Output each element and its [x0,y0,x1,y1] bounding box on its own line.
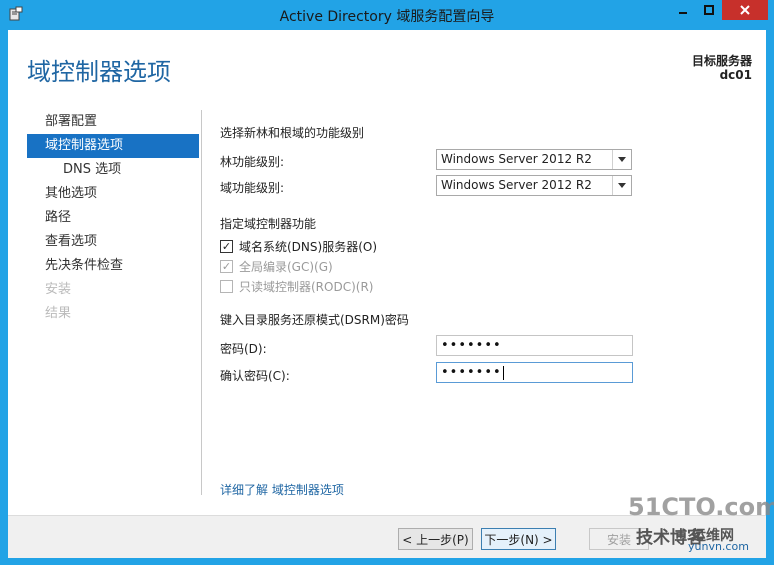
wizard-content: 选择新林和根域的功能级别 林功能级别: Windows Server 2012 … [220,110,750,510]
watermark-url: yunvn.com [688,540,749,553]
domain-level-value: Windows Server 2012 R2 [441,178,592,192]
confirm-password-label: 确认密码(C): [220,369,290,383]
wizard-client: 域控制器选项 目标服务器 dc01 部署配置 域控制器选项 DNS 选项 其他选… [8,30,766,558]
minimize-button[interactable] [670,0,696,20]
capabilities-heading: 指定域控制器功能 [220,217,317,231]
wizard-window: Active Directory 域服务配置向导 域控制器选项 目标服务器 dc… [0,0,774,565]
forest-level-select[interactable]: Windows Server 2012 R2 [436,149,632,170]
forest-level-label: 林功能级别: [220,155,285,169]
confirm-password-value: ••••••• [441,365,502,380]
close-button[interactable] [722,0,768,20]
next-button[interactable]: 下一步(N) > [481,528,556,550]
gc-checkbox-label: 全局编录(GC)(G) [239,260,333,274]
nav-item-dns-options[interactable]: DNS 选项 [27,158,199,182]
nav-item-prereq[interactable]: 先决条件检查 [27,254,199,278]
maximize-button[interactable] [696,0,722,20]
nav-item-install: 安装 [45,282,72,297]
functional-level-heading: 选择新林和根域的功能级别 [220,126,365,140]
nav-item-results: 结果 [45,306,72,321]
text-caret [502,365,504,380]
chevron-down-icon [612,176,631,195]
page-title: 域控制器选项 [27,58,171,86]
domain-level-select[interactable]: Windows Server 2012 R2 [436,175,632,196]
window-title: Active Directory 域服务配置向导 [279,9,495,25]
checkmark-icon: ✓ [220,240,233,253]
maximize-icon [704,5,714,15]
dns-checkbox[interactable]: ✓ 域名系统(DNS)服务器(O) [220,238,377,255]
nav-item-review[interactable]: 查看选项 [27,230,199,254]
title-bar[interactable]: Active Directory 域服务配置向导 [0,0,774,30]
checkbox-empty-icon [220,280,233,293]
close-icon [740,5,750,15]
target-server-value: dc01 [719,68,752,82]
nav-item-dc-options[interactable]: 域控制器选项 [27,134,199,158]
wizard-header: 域控制器选项 目标服务器 dc01 [8,30,766,108]
rodc-checkbox-label: 只读域控制器(RODC)(R) [239,280,374,294]
dns-checkbox-label: 域名系统(DNS)服务器(O) [239,240,378,254]
rodc-checkbox: 只读域控制器(RODC)(R) [220,278,373,295]
confirm-password-field[interactable]: ••••••• [436,362,633,383]
password-field[interactable]: ••••••• [436,335,633,356]
learn-more-link[interactable]: 详细了解 域控制器选项 [220,481,344,498]
minimize-icon [679,12,687,14]
checkmark-icon: ✓ [220,260,233,273]
gc-checkbox: ✓ 全局编录(GC)(G) [220,258,333,275]
dsrm-heading: 键入目录服务还原模式(DSRM)密码 [220,313,409,327]
domain-level-label: 域功能级别: [220,181,285,195]
nav-divider [201,110,202,495]
forest-level-value: Windows Server 2012 R2 [441,152,592,166]
target-server-label: 目标服务器 [691,54,752,68]
wizard-nav: 部署配置 域控制器选项 DNS 选项 其他选项 路径 查看选项 先决条件检查 安… [27,110,199,326]
watermark-51cto: 51CTO.com [628,493,774,521]
nav-item-deployment[interactable]: 部署配置 [27,110,199,134]
nav-item-paths[interactable]: 路径 [27,206,199,230]
nav-item-additional-options[interactable]: 其他选项 [27,182,199,206]
chevron-down-icon [612,150,631,169]
password-label: 密码(D): [220,342,267,356]
password-value: ••••••• [441,338,502,353]
back-button[interactable]: < 上一步(P) [398,528,473,550]
